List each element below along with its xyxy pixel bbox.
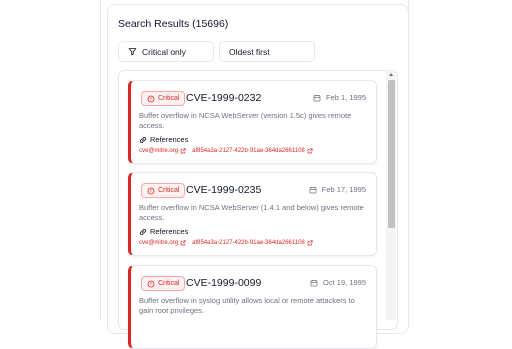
calendar-icon	[310, 280, 318, 287]
reference-link-text[interactable]: cve@mitre.org	[139, 148, 178, 154]
link-icon	[139, 136, 147, 143]
cve-id[interactable]: CVE-1999-0235	[186, 183, 261, 198]
reference-link-text[interactable]: af854a3a-2127-422b-91ae-364da2661108	[192, 240, 305, 246]
references-label: References	[150, 135, 189, 144]
severity-label: Critical	[158, 95, 180, 102]
publish-date: Oct 19, 1995	[310, 277, 366, 289]
reference-links: cve@mitre.org af854a3a-2127-422b-91ae-36…	[139, 148, 319, 154]
cve-id[interactable]: CVE-1999-0232	[186, 91, 261, 106]
critical-filter-button[interactable]: Critical only	[118, 41, 214, 62]
cve-id[interactable]: CVE-1999-0099	[186, 276, 261, 291]
description-line: Buffer overflow in syslog utility allows…	[139, 296, 355, 305]
calendar-icon	[309, 187, 317, 194]
references-label: References	[150, 227, 189, 236]
filter-icon	[128, 48, 137, 56]
publish-date: Feb 17, 1995	[309, 184, 366, 196]
sort-order-button[interactable]: Oldest first	[219, 41, 315, 62]
severity-label: Critical	[158, 187, 180, 194]
publish-date-text: Feb 17, 1995	[321, 185, 366, 194]
reference-link-text[interactable]: cve@mitre.org	[139, 240, 178, 246]
references-heading: References	[139, 135, 188, 144]
severity-badge: Critical	[141, 91, 186, 106]
calendar-icon	[313, 95, 321, 102]
publish-date: Feb 1, 1995	[313, 92, 366, 104]
severity-label: Critical	[158, 280, 180, 287]
cve-description: Buffer overflow in NCSA WebServer (1.4.1…	[139, 203, 369, 223]
description-line: Buffer overflow in NCSA WebServer (1.4.1…	[139, 203, 364, 212]
reference-link[interactable]: cve@mitre.org	[139, 148, 186, 154]
alert-circle-icon	[147, 280, 155, 287]
severity-badge: Critical	[141, 276, 186, 291]
reference-link-text[interactable]: af854a3a-2127-422b-91ae-364da2661108	[192, 148, 305, 154]
critical-filter-label: Critical only	[142, 46, 186, 57]
scroll-up-arrow-icon[interactable]	[389, 73, 393, 76]
description-line: access.	[139, 213, 165, 222]
cve-description: Buffer overflow in NCSA WebServer (versi…	[139, 111, 369, 131]
results-title: Search Results (15696)	[118, 18, 229, 30]
external-link-icon	[307, 148, 313, 154]
reference-links: cve@mitre.org af854a3a-2127-422b-91ae-36…	[139, 240, 319, 246]
external-link-icon	[180, 148, 186, 154]
external-link-icon	[180, 240, 186, 246]
description-line: Buffer overflow in NCSA WebServer (versi…	[139, 111, 352, 120]
alert-circle-icon	[147, 95, 155, 102]
severity-badge: Critical	[141, 183, 186, 198]
description-line: gain root privileges.	[139, 306, 205, 315]
publish-date-text: Feb 1, 1995	[325, 93, 366, 102]
publish-date-text: Oct 19, 1995	[323, 278, 366, 287]
reference-link[interactable]: af854a3a-2127-422b-91ae-364da2661108	[192, 148, 313, 154]
reference-link[interactable]: af854a3a-2127-422b-91ae-364da2661108	[192, 240, 313, 246]
cve-description: Buffer overflow in syslog utility allows…	[139, 296, 369, 316]
scrollbar-thumb[interactable]	[388, 80, 395, 228]
cve-card[interactable]: Critical CVE-1999-0232 Feb 1, 1995 Buffe…	[128, 80, 377, 164]
cve-card[interactable]: Critical CVE-1999-0099 Oct 19, 1995 Buff…	[128, 265, 377, 349]
alert-circle-icon	[147, 187, 155, 194]
sort-order-label: Oldest first	[229, 46, 270, 57]
references-heading: References	[139, 227, 188, 236]
external-link-icon	[307, 240, 313, 246]
cve-card[interactable]: Critical CVE-1999-0235 Feb 17, 1995 Buff…	[128, 172, 377, 256]
link-icon	[139, 228, 147, 235]
reference-link[interactable]: cve@mitre.org	[139, 240, 186, 246]
description-line: access.	[139, 121, 165, 130]
